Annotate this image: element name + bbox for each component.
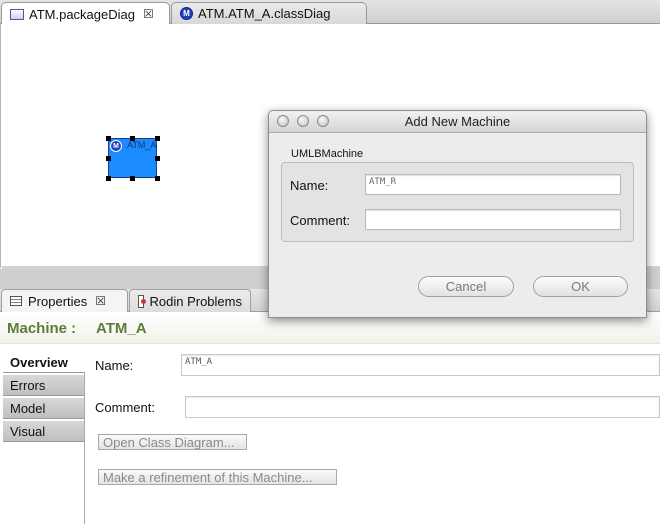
tab-label: Properties <box>28 293 88 309</box>
dialog-name-field[interactable]: ATM_R <box>365 174 621 195</box>
tab-rodin-problems[interactable]: Rodin Problems <box>129 289 251 312</box>
dialog-name-label: Name: <box>290 178 329 193</box>
name-field[interactable]: ATM_A <box>181 354 660 376</box>
tab-label: Rodin Problems <box>149 293 243 309</box>
cancel-button[interactable]: Cancel <box>418 276 514 297</box>
make-refinement-button[interactable]: Make a refinement of this Machine... <box>98 469 337 485</box>
property-tab-errors[interactable]: Errors <box>3 375 85 396</box>
resize-handle[interactable] <box>155 156 160 161</box>
dialog-comment-label: Comment: <box>290 213 350 228</box>
resize-handle[interactable] <box>106 156 111 161</box>
resize-handle[interactable] <box>155 136 160 141</box>
machine-icon: M <box>110 140 122 152</box>
comment-field[interactable] <box>185 396 660 418</box>
property-tab-model[interactable]: Model <box>3 398 85 419</box>
resize-handle[interactable] <box>130 176 135 181</box>
close-icon[interactable]: ☒ <box>95 294 106 308</box>
package-diagram-icon <box>10 8 24 20</box>
machine-icon: M <box>180 7 193 20</box>
properties-icon <box>10 296 22 306</box>
tab-package-diagram[interactable]: ATM.packageDiag ☒ <box>1 2 170 25</box>
machine-node-label: ATM_A <box>127 140 157 150</box>
section-title-value: ATM_A <box>96 320 147 337</box>
section-title: Machine : <box>7 320 77 337</box>
property-tab-overview[interactable]: Overview <box>3 352 85 373</box>
resize-handle[interactable] <box>106 136 111 141</box>
group-label: UMLBMachine <box>291 148 364 160</box>
resize-handle[interactable] <box>155 176 160 181</box>
name-label: Name: <box>95 358 134 373</box>
resize-handle[interactable] <box>106 176 111 181</box>
close-icon[interactable]: ☒ <box>143 7 154 21</box>
dialog-title: Add New Machine <box>404 114 511 129</box>
tab-label: ATM.ATM_A.classDiag <box>198 6 331 21</box>
tab-label: ATM.packageDiag <box>29 6 135 22</box>
tab-class-diagram[interactable]: M ATM.ATM_A.classDiag <box>171 2 367 24</box>
comment-label: Comment: <box>95 400 155 415</box>
ok-button[interactable]: OK <box>533 276 628 297</box>
rodin-problems-icon <box>138 294 146 308</box>
dialog-comment-field[interactable] <box>365 209 621 230</box>
open-class-diagram-button[interactable]: Open Class Diagram... <box>98 434 247 450</box>
resize-handle[interactable] <box>130 136 135 141</box>
property-tab-visual[interactable]: Visual <box>3 421 85 442</box>
tab-properties[interactable]: Properties ☒ <box>1 289 128 312</box>
